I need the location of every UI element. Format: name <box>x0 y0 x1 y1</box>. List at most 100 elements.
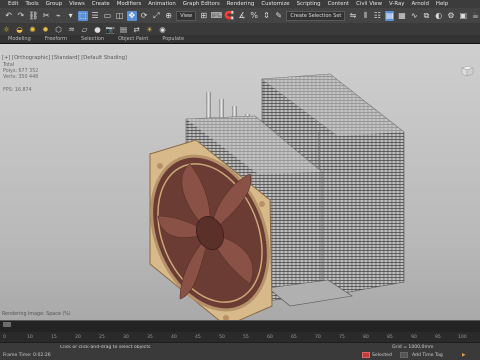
set-key-button[interactable] <box>400 352 408 358</box>
vray-scene-converter-icon[interactable]: ⇄ <box>132 25 141 34</box>
undo-icon[interactable]: ↶ <box>4 11 13 21</box>
menu-group[interactable]: Group <box>46 0 62 8</box>
tick-label: 45 <box>195 335 201 340</box>
pivot-center-icon[interactable]: ⊞ <box>199 11 208 21</box>
redo-icon[interactable]: ↷ <box>16 11 25 21</box>
select-rotate-icon[interactable]: ⟳ <box>140 11 149 21</box>
menu-content[interactable]: Content <box>328 0 349 8</box>
tick-label: 100 <box>458 335 467 340</box>
percent-snap-icon[interactable]: % <box>250 11 259 21</box>
ribbon-tab-object-paint[interactable]: Object Paint <box>118 36 148 42</box>
menu-vray[interactable]: V-Ray <box>389 0 404 8</box>
auto-key-button[interactable] <box>362 352 370 358</box>
time-slider-handle[interactable] <box>3 322 11 327</box>
select-move-icon[interactable]: ✥ <box>127 10 137 21</box>
menu-arnold[interactable]: Arnold <box>411 0 428 8</box>
vray-sphere-icon[interactable]: ● <box>93 25 102 34</box>
ribbon-tab-populate[interactable]: Populate <box>162 36 184 42</box>
tick-label: 25 <box>99 335 105 340</box>
vray-sun-icon[interactable]: ✹ <box>41 25 50 34</box>
keyboard-shortcut-override-icon[interactable]: ⌨ <box>211 11 223 21</box>
scene-explorer-icon[interactable]: ☷ <box>373 11 382 21</box>
vray-plane-icon[interactable]: ▱ <box>80 25 89 34</box>
schematic-view-icon[interactable]: ⧉ <box>422 11 431 21</box>
vray-settings-icon[interactable]: ◉ <box>158 25 167 34</box>
selection-filter-icon[interactable]: ▾ <box>66 11 75 21</box>
rect-selection-icon[interactable]: ▭ <box>103 11 112 21</box>
perspective-viewport[interactable]: [+] [Orthographic] [Standard] [Default S… <box>0 43 480 320</box>
tick-label: 80 <box>363 335 369 340</box>
menu-edit[interactable]: Edit <box>8 0 18 8</box>
vray-frame-buffer-icon[interactable]: ▤ <box>119 25 128 34</box>
spinner-snap-icon[interactable]: ⇕ <box>262 11 271 21</box>
curve-editor-icon[interactable]: ∿ <box>410 11 419 21</box>
cpu-cooler-model <box>149 73 405 320</box>
tick-label: 0 <box>3 335 6 340</box>
snaps-toggle-icon[interactable]: 🧲 <box>224 11 234 21</box>
menu-graph-editors[interactable]: Graph Editors <box>183 0 220 8</box>
grid-readout: Grid = 1000,0mm <box>392 345 434 350</box>
menu-tools[interactable]: Tools <box>25 0 38 8</box>
main-toolbar: ↶ ↷ ⛓ ✂ ⌁ ▾ ⬚ ☰ ▭ ◫ ✥ ⟳ ⤢ ⊕ View ⊞ ⌨ 🧲 ∡… <box>0 8 480 23</box>
mirror-icon[interactable]: ⇋ <box>348 11 357 21</box>
select-scale-icon[interactable]: ⤢ <box>152 11 161 21</box>
menu-help[interactable]: Help <box>436 0 448 8</box>
frame-time-readout: Frame Time: 0:02:26 <box>3 353 51 358</box>
tick-label: 65 <box>291 335 297 340</box>
vray-proxy-icon[interactable]: ⬡ <box>54 25 63 34</box>
ribbon-tab-freeform[interactable]: Freeform <box>45 36 67 42</box>
tick-label: 75 <box>339 335 345 340</box>
toggle-ribbon-icon[interactable]: ▦ <box>397 11 406 21</box>
vray-dome-light-icon[interactable]: ◒ <box>15 25 24 34</box>
tick-label: 35 <box>147 335 153 340</box>
menu-scripting[interactable]: Scripting <box>297 0 321 8</box>
tick-label: 90 <box>411 335 417 340</box>
window-crossing-icon[interactable]: ◫ <box>115 11 124 21</box>
viewport-status-text: Rendering Image: Space (%) <box>2 312 71 317</box>
play-icon[interactable]: ▶ <box>462 353 466 358</box>
menu-animation[interactable]: Animation <box>148 0 175 8</box>
select-by-name-icon[interactable]: ☰ <box>91 11 100 21</box>
material-editor-icon[interactable]: ◐ <box>434 11 443 21</box>
ribbon-tab-selection[interactable]: Selection <box>81 36 104 42</box>
menu-bar: Edit Tools Group Views Create Modifiers … <box>0 0 480 8</box>
time-slider[interactable] <box>0 320 480 332</box>
tick-label: 70 <box>315 335 321 340</box>
edit-named-selection-icon[interactable]: ✎ <box>274 11 283 21</box>
place-icon[interactable]: ⊕ <box>164 11 173 21</box>
ribbon-tab-modeling[interactable]: Modeling <box>8 36 31 42</box>
add-time-tag[interactable]: Add Time Tag <box>412 353 443 358</box>
menu-rendering[interactable]: Rendering <box>227 0 255 8</box>
select-object-icon[interactable]: ⬚ <box>78 10 88 21</box>
vray-ies-light-icon[interactable]: ✺ <box>28 25 37 34</box>
angle-snap-icon[interactable]: ∡ <box>237 11 246 21</box>
menu-civil-view[interactable]: Civil View <box>356 0 382 8</box>
reference-coordinate-dropdown[interactable]: View <box>176 10 197 21</box>
vray-camera-icon[interactable]: 📷 <box>106 25 115 34</box>
vray-fur-icon[interactable]: ♒ <box>67 25 76 34</box>
tick-label: 95 <box>435 335 441 340</box>
unlink-icon[interactable]: ✂ <box>42 11 51 21</box>
rendered-frame-window-icon[interactable]: ▣ <box>459 11 468 21</box>
menu-create[interactable]: Create <box>92 0 110 8</box>
tick-label: 50 <box>219 335 225 340</box>
selected-dropdown[interactable]: Selected <box>372 353 392 358</box>
tick-label: 55 <box>243 335 249 340</box>
layer-explorer-icon[interactable]: ▤ <box>385 10 395 21</box>
track-bar[interactable]: 0 10 15 20 25 30 35 40 45 50 55 60 65 70… <box>0 332 480 342</box>
bind-spacewarp-icon[interactable]: ⌁ <box>54 11 63 21</box>
menu-views[interactable]: Views <box>69 0 85 8</box>
vray-toolbar: ☼ ◒ ✺ ✹ ⬡ ♒ ▱ ● 📷 ▤ ⇄ ☀ ◉ <box>0 23 480 35</box>
menu-modifiers[interactable]: Modifiers <box>117 0 142 8</box>
vray-light-icon[interactable]: ☼ <box>2 25 11 34</box>
named-selection-dropdown[interactable]: Create Selection Set <box>286 10 346 21</box>
tick-label: 20 <box>75 335 81 340</box>
render-production-icon[interactable]: ☕ <box>471 11 480 21</box>
vray-render-icon[interactable]: ☀ <box>145 25 154 34</box>
link-icon[interactable]: ⛓ <box>28 11 38 21</box>
render-setup-icon[interactable]: ⚙ <box>446 11 455 21</box>
align-icon[interactable]: ⫴ <box>361 11 370 21</box>
tick-label: 60 <box>267 335 273 340</box>
menu-customize[interactable]: Customize <box>261 0 289 8</box>
prompt-line: Click or click-and-drag to select object… <box>60 345 151 350</box>
